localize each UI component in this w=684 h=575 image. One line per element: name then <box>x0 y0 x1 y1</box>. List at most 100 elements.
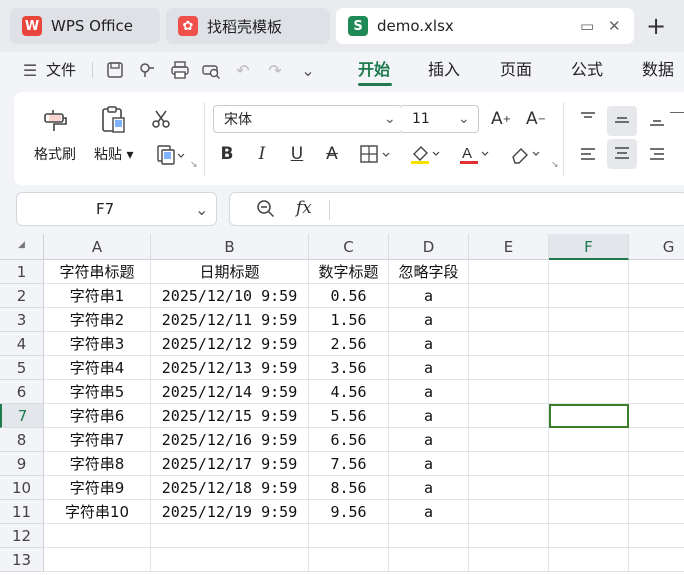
row-header[interactable]: 11 <box>0 500 44 524</box>
name-box[interactable]: F7 ⌄ <box>16 192 217 226</box>
cell[interactable] <box>629 308 684 332</box>
cell[interactable] <box>549 452 629 476</box>
cell[interactable] <box>549 524 629 548</box>
cell[interactable] <box>629 404 684 428</box>
cell[interactable]: 2025/12/17 9:59 <box>151 452 309 476</box>
cell[interactable]: a <box>389 308 469 332</box>
font-color-icon[interactable]: A <box>455 141 495 167</box>
cell[interactable] <box>629 548 684 572</box>
cell[interactable]: a <box>389 404 469 428</box>
cell[interactable]: 字符串5 <box>44 380 151 404</box>
cell[interactable] <box>629 356 684 380</box>
cell[interactable]: 字符串10 <box>44 500 151 524</box>
cell[interactable] <box>151 524 309 548</box>
cell[interactable] <box>469 260 549 284</box>
selected-cell[interactable] <box>549 404 629 428</box>
cell[interactable]: 字符串4 <box>44 356 151 380</box>
cell[interactable]: 2025/12/15 9:59 <box>151 404 309 428</box>
cell[interactable]: 2025/12/14 9:59 <box>151 380 309 404</box>
cell[interactable]: 1.56 <box>309 308 389 332</box>
cell[interactable] <box>629 284 684 308</box>
cell[interactable] <box>309 524 389 548</box>
row-header[interactable]: 2 <box>0 284 44 308</box>
save-icon[interactable] <box>105 60 125 80</box>
cell[interactable]: a <box>389 476 469 500</box>
print-icon[interactable] <box>170 60 190 80</box>
font-dialog-launcher-icon[interactable]: ↘ <box>551 160 559 170</box>
fx-function-icon[interactable]: fx <box>296 198 312 218</box>
chevron-down-icon[interactable]: ⌄ <box>298 60 318 80</box>
cell[interactable] <box>549 380 629 404</box>
cell[interactable] <box>549 476 629 500</box>
cell[interactable] <box>629 428 684 452</box>
print-preview-icon[interactable] <box>201 60 221 80</box>
cell[interactable]: 2025/12/18 9:59 <box>151 476 309 500</box>
row-header[interactable]: 7 <box>0 404 44 428</box>
cell[interactable] <box>389 524 469 548</box>
strikethrough-icon[interactable]: A <box>319 141 345 167</box>
font-name-select[interactable]: 宋体 ⌄ <box>213 105 403 133</box>
column-header-a[interactable]: A <box>44 234 151 260</box>
cell[interactable]: 2025/12/10 9:59 <box>151 284 309 308</box>
tab-docer-templates[interactable]: ✿ 找稻壳模板 <box>166 8 330 44</box>
cell[interactable]: 9.56 <box>309 500 389 524</box>
font-size-select[interactable]: 11 ⌄ <box>402 105 479 133</box>
tab-demo-xlsx[interactable]: S demo.xlsx ▭ ✕ <box>336 8 634 44</box>
column-header-f[interactable]: F <box>549 234 629 260</box>
align-right-icon[interactable] <box>644 142 670 168</box>
column-header-e[interactable]: E <box>469 234 549 260</box>
cell[interactable] <box>549 284 629 308</box>
clear-eraser-icon[interactable] <box>506 141 546 167</box>
tab-insert[interactable]: 插入 <box>428 52 460 88</box>
cell[interactable]: a <box>389 500 469 524</box>
cell[interactable] <box>469 308 549 332</box>
cell[interactable]: 字符串6 <box>44 404 151 428</box>
cell[interactable]: a <box>389 428 469 452</box>
underline-icon[interactable]: U <box>284 141 310 167</box>
cell[interactable] <box>469 284 549 308</box>
cell[interactable] <box>549 428 629 452</box>
copy-icon[interactable] <box>150 142 190 168</box>
cell[interactable]: a <box>389 284 469 308</box>
column-header-g[interactable]: G <box>629 234 684 260</box>
align-middle-icon[interactable] <box>607 106 637 136</box>
row-header[interactable]: 6 <box>0 380 44 404</box>
window-restore-icon[interactable]: ▭ <box>580 17 594 35</box>
cell[interactable]: a <box>389 380 469 404</box>
paste-button[interactable]: 粘贴 ▾ <box>94 104 133 164</box>
cell[interactable]: 2025/12/13 9:59 <box>151 356 309 380</box>
tab-data[interactable]: 数据 <box>642 52 674 88</box>
cell[interactable] <box>549 308 629 332</box>
cell[interactable] <box>549 548 629 572</box>
row-header[interactable]: 4 <box>0 332 44 356</box>
cell[interactable] <box>629 260 684 284</box>
cell[interactable]: 2025/12/16 9:59 <box>151 428 309 452</box>
wrap-text-icon[interactable] <box>670 112 684 127</box>
cell[interactable] <box>629 452 684 476</box>
cell[interactable]: 4.56 <box>309 380 389 404</box>
cell[interactable] <box>469 332 549 356</box>
cell[interactable] <box>151 548 309 572</box>
cut-scissors-icon[interactable] <box>148 106 174 132</box>
cell[interactable] <box>629 524 684 548</box>
undo-icon[interactable]: ↶ <box>233 60 253 80</box>
cell[interactable] <box>629 500 684 524</box>
cell[interactable]: 字符串7 <box>44 428 151 452</box>
cell[interactable] <box>469 524 549 548</box>
zoom-search-icon[interactable] <box>256 199 276 223</box>
cell[interactable]: 字符串标题 <box>44 260 151 284</box>
cell[interactable]: 字符串8 <box>44 452 151 476</box>
bold-icon[interactable]: B <box>214 141 240 167</box>
cell[interactable]: 3.56 <box>309 356 389 380</box>
italic-icon[interactable]: I <box>249 141 275 167</box>
file-menu[interactable]: 文件 <box>46 52 76 88</box>
cell[interactable]: a <box>389 356 469 380</box>
cell[interactable]: a <box>389 452 469 476</box>
row-header[interactable]: 5 <box>0 356 44 380</box>
cell[interactable] <box>549 260 629 284</box>
tab-wps-office[interactable]: W WPS Office <box>10 8 160 44</box>
cell[interactable]: a <box>389 332 469 356</box>
row-header[interactable]: 3 <box>0 308 44 332</box>
cell[interactable] <box>629 332 684 356</box>
cell[interactable]: 8.56 <box>309 476 389 500</box>
